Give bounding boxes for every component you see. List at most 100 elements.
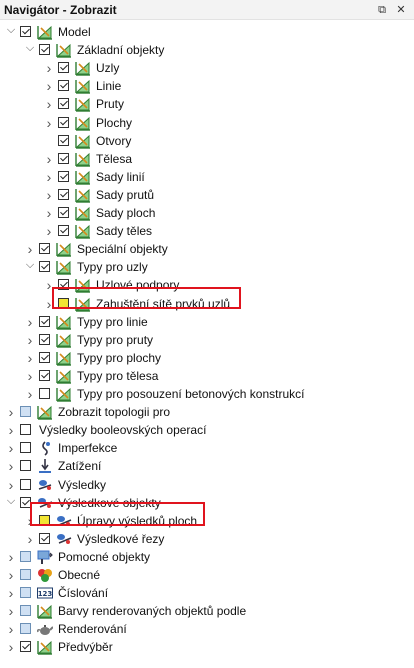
tree-item-checkbox[interactable]	[20, 496, 31, 508]
chevron-down-icon[interactable]: ⌵	[5, 23, 17, 37]
tree-item-zahusteni-site-prvku-uzlu[interactable]: › Zahuštění sítě prvků uzlů	[0, 295, 414, 313]
tree-item-checkbox[interactable]	[58, 188, 69, 200]
tree-item-uzly[interactable]: › Uzly	[0, 59, 414, 77]
tree-item-vysledkove-rezy[interactable]: › Výsledkové řezy	[0, 530, 414, 548]
tree-item-checkbox[interactable]	[20, 569, 31, 580]
chevron-down-icon[interactable]: ⌵	[24, 258, 36, 272]
tree-item-checkbox[interactable]	[39, 369, 50, 381]
tree-item-pomocne-objekty[interactable]: › Pomocné objekty	[0, 548, 414, 566]
tree-item-checkbox[interactable]	[20, 460, 31, 472]
tree-item-checkbox[interactable]	[20, 550, 31, 562]
chevron-right-icon[interactable]: ›	[5, 550, 17, 564]
tree-item-zobrazit-topologii-pro[interactable]: › Zobrazit topologii pro	[0, 403, 414, 421]
chevron-right-icon[interactable]: ›	[24, 387, 36, 401]
tree-item-checkbox[interactable]	[39, 514, 50, 526]
tree-item-model[interactable]: ⌵ Model	[0, 23, 414, 41]
chevron-right-icon[interactable]: ›	[5, 459, 17, 473]
tree-item-checkbox[interactable]	[39, 44, 50, 56]
tree-item-plochy[interactable]: › Plochy	[0, 114, 414, 132]
chevron-right-icon[interactable]: ›	[5, 423, 17, 437]
tree-item-checkbox[interactable]	[20, 406, 31, 418]
chevron-right-icon[interactable]: ›	[5, 568, 17, 582]
tree-item-checkbox[interactable]	[39, 351, 50, 363]
chevron-right-icon[interactable]: ›	[5, 478, 17, 492]
chevron-right-icon[interactable]: ›	[43, 278, 55, 292]
chevron-right-icon[interactable]: ›	[43, 61, 55, 75]
chevron-right-icon[interactable]: ›	[43, 170, 55, 184]
chevron-right-icon[interactable]: ›	[5, 441, 17, 455]
tree-item-checkbox[interactable]	[20, 623, 31, 635]
chevron-right-icon[interactable]: ›	[43, 97, 55, 111]
chevron-right-icon[interactable]: ›	[24, 315, 36, 329]
tree-item-checkbox[interactable]	[39, 388, 50, 399]
tree-item-typy-pro-posouzeni-betonovych-konstrukci[interactable]: › Typy pro posouzení betonových konstrukc…	[0, 385, 414, 403]
tree-item-checkbox[interactable]	[58, 152, 69, 164]
tree-item-vysledkove-objekty[interactable]: ⌵ Výsledkové objekty	[0, 494, 414, 512]
chevron-right-icon[interactable]: ›	[5, 604, 17, 618]
tree-item-checkbox[interactable]	[20, 424, 31, 436]
tree-item-vysledky[interactable]: › Výsledky	[0, 476, 414, 494]
chevron-right-icon[interactable]: ›	[5, 405, 17, 419]
tree-item-checkbox[interactable]	[58, 170, 69, 182]
tree-item-checkbox[interactable]	[39, 261, 50, 273]
tree-item-pruty[interactable]: › Pruty	[0, 95, 414, 113]
tree-item-upravy-vysledku-ploch[interactable]: › Úpravy výsledků ploch	[0, 512, 414, 530]
tree-item-zatizeni[interactable]: › Zatížení	[0, 457, 414, 475]
chevron-right-icon[interactable]: ›	[5, 640, 17, 654]
chevron-right-icon[interactable]: ›	[43, 224, 55, 238]
tree-item-linie[interactable]: › Linie	[0, 77, 414, 95]
tree-item-checkbox[interactable]	[58, 207, 69, 218]
chevron-right-icon[interactable]: ›	[24, 242, 36, 256]
tree-item-sady-prutu[interactable]: › Sady prutů	[0, 186, 414, 204]
tree-item-sady-linii[interactable]: › Sady linií	[0, 168, 414, 186]
chevron-right-icon[interactable]: ›	[43, 206, 55, 220]
tree-item-cislovani[interactable]: › 123 Číslování	[0, 584, 414, 602]
tree-item-checkbox[interactable]	[20, 605, 31, 617]
tree-item-checkbox[interactable]	[58, 279, 69, 291]
chevron-right-icon[interactable]: ›	[24, 333, 36, 347]
tree-item-checkbox[interactable]	[58, 80, 69, 92]
chevron-right-icon[interactable]: ›	[24, 369, 36, 383]
tree-item-barvy-renderovanych-objektu-podle[interactable]: › Barvy renderovaných objektů podle	[0, 602, 414, 620]
tree-item-uzlove-podpory[interactable]: › Uzlové podpory	[0, 276, 414, 294]
tree-item-typy-pro-pruty[interactable]: › Typy pro pruty	[0, 331, 414, 349]
tree-item-vysledky-booleovskych-operaci[interactable]: › Výsledky booleovských operací	[0, 421, 414, 439]
tree-item-checkbox[interactable]	[58, 297, 69, 309]
close-icon[interactable]: ✕	[393, 2, 409, 18]
tree-item-specialni-objekty[interactable]: › Speciální objekty	[0, 240, 414, 258]
tree-item-telesa[interactable]: › Tělesa	[0, 150, 414, 168]
tree-item-sady-ploch[interactable]: › Sady ploch	[0, 204, 414, 222]
tree-item-typy-pro-plochy[interactable]: › Typy pro plochy	[0, 349, 414, 367]
chevron-right-icon[interactable]: ›	[43, 79, 55, 93]
tree-item-typy-pro-uzly[interactable]: ⌵ Typy pro uzly	[0, 258, 414, 276]
tree-item-checkbox[interactable]	[58, 225, 69, 237]
chevron-right-icon[interactable]: ›	[24, 351, 36, 365]
tree-item-zakladni-objekty[interactable]: ⌵ Základní objekty	[0, 41, 414, 59]
chevron-right-icon[interactable]: ›	[24, 532, 36, 546]
tree-item-checkbox[interactable]	[20, 641, 31, 653]
tree-item-imperfekce[interactable]: › Imperfekce	[0, 439, 414, 457]
chevron-right-icon[interactable]: ›	[43, 116, 55, 130]
chevron-right-icon[interactable]: ›	[5, 586, 17, 600]
chevron-down-icon[interactable]: ⌵	[5, 494, 17, 508]
tree-item-checkbox[interactable]	[58, 62, 69, 74]
tree-item-checkbox[interactable]	[58, 134, 69, 146]
chevron-right-icon[interactable]: ›	[24, 514, 36, 528]
chevron-right-icon[interactable]: ›	[43, 152, 55, 166]
chevron-right-icon[interactable]: ›	[43, 188, 55, 202]
tree-item-typy-pro-telesa[interactable]: › Typy pro tělesa	[0, 367, 414, 385]
tree-item-obecne[interactable]: › Obecné	[0, 566, 414, 584]
tree-item-checkbox[interactable]	[39, 243, 50, 255]
chevron-down-icon[interactable]: ⌵	[24, 41, 36, 55]
tree-item-checkbox[interactable]	[39, 315, 50, 327]
tree-item-typy-pro-linie[interactable]: › Typy pro linie	[0, 313, 414, 331]
tree-item-checkbox[interactable]	[20, 587, 31, 599]
chevron-right-icon[interactable]: ›	[5, 622, 17, 636]
tree-item-checkbox[interactable]	[39, 333, 50, 345]
tree-item-sady-teles[interactable]: › Sady těles	[0, 222, 414, 240]
tree-item-otvory[interactable]: Otvory	[0, 132, 414, 150]
chevron-right-icon[interactable]: ›	[43, 297, 55, 311]
restore-window-icon[interactable]: ⧉	[374, 2, 390, 18]
tree-item-checkbox[interactable]	[39, 532, 50, 544]
tree-item-checkbox[interactable]	[20, 442, 31, 454]
